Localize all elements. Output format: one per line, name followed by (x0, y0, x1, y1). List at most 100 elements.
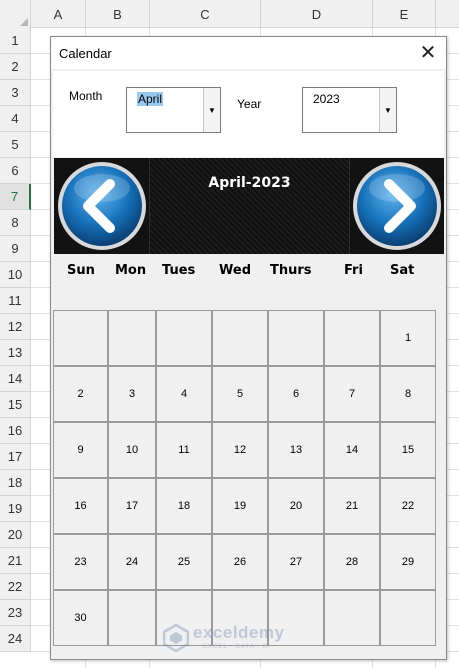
day-button-23[interactable]: 23 (53, 534, 108, 590)
weekday-sat: Sat (390, 263, 415, 278)
day-button-12[interactable]: 12 (212, 422, 268, 478)
month-value: April (137, 92, 164, 106)
empty-day-button[interactable] (108, 590, 156, 646)
close-icon[interactable]: ✕ (416, 41, 440, 65)
day-button-8[interactable]: 8 (380, 366, 436, 422)
weekday-sun: Sun (67, 263, 95, 278)
row-header-5[interactable]: 5 (0, 132, 31, 158)
day-button-6[interactable]: 6 (268, 366, 324, 422)
selector-panel: Month April ▼ Year 2023 ▼ (53, 71, 444, 157)
row-header-11[interactable]: 11 (0, 288, 31, 314)
row-header-9[interactable]: 9 (0, 236, 31, 262)
year-combobox[interactable]: 2023 ▼ (302, 87, 397, 133)
day-button-28[interactable]: 28 (324, 534, 380, 590)
month-label: Month (69, 89, 103, 103)
column-header-c[interactable]: C (150, 0, 261, 28)
day-button-21[interactable]: 21 (324, 478, 380, 534)
row-header-19[interactable]: 19 (0, 496, 31, 522)
day-button-20[interactable]: 20 (268, 478, 324, 534)
day-button-13[interactable]: 13 (268, 422, 324, 478)
day-button-7[interactable]: 7 (324, 366, 380, 422)
weekday-wed: Wed (219, 263, 251, 278)
day-button-1[interactable]: 1 (380, 310, 436, 366)
row-header-6[interactable]: 6 (0, 158, 31, 184)
exceldemy-logo-icon (163, 624, 189, 652)
empty-day-button[interactable] (53, 310, 108, 366)
day-grid: 1 2 3 4 5 6 7 8 9 10 11 12 13 14 15 16 17 18 19 20 21 22 23 24 2… (53, 310, 443, 646)
calendar-dialog: Calendar ✕ Month April ▼ Year 2023 ▼ Apr… (50, 36, 447, 660)
month-banner: April-2023 (54, 158, 444, 254)
row-header-13[interactable]: 13 (0, 340, 31, 366)
day-button-14[interactable]: 14 (324, 422, 380, 478)
row-header-20[interactable]: 20 (0, 522, 31, 548)
empty-day-button[interactable] (268, 310, 324, 366)
weekday-thurs: Thurs (270, 263, 312, 278)
empty-day-button[interactable] (380, 590, 436, 646)
row-header-3[interactable]: 3 (0, 80, 31, 106)
day-button-26[interactable]: 26 (212, 534, 268, 590)
row-header-14[interactable]: 14 (0, 366, 31, 392)
empty-day-button[interactable] (108, 310, 156, 366)
day-button-4[interactable]: 4 (156, 366, 212, 422)
column-header-b[interactable]: B (86, 0, 150, 28)
row-header-10[interactable]: 10 (0, 262, 31, 288)
day-button-24[interactable]: 24 (108, 534, 156, 590)
watermark-name: exceldemy (193, 623, 285, 642)
day-button-2[interactable]: 2 (53, 366, 108, 422)
dialog-titlebar: Calendar ✕ (51, 37, 446, 69)
row-header-4[interactable]: 4 (0, 106, 31, 132)
day-button-11[interactable]: 11 (156, 422, 212, 478)
empty-day-button[interactable] (324, 310, 380, 366)
chevron-down-icon[interactable]: ▼ (379, 88, 396, 132)
row-header-21[interactable]: 21 (0, 548, 31, 574)
row-header-18[interactable]: 18 (0, 470, 31, 496)
month-year-title: April-2023 (208, 175, 291, 191)
row-header-22[interactable]: 22 (0, 574, 31, 600)
day-button-22[interactable]: 22 (380, 478, 436, 534)
column-header-d[interactable]: D (261, 0, 373, 28)
column-header-e[interactable]: E (373, 0, 436, 28)
day-button-25[interactable]: 25 (156, 534, 212, 590)
day-button-29[interactable]: 29 (380, 534, 436, 590)
day-button-18[interactable]: 18 (156, 478, 212, 534)
weekday-tues: Tues (162, 263, 196, 278)
row-header-1[interactable]: 1 (0, 28, 31, 54)
day-button-9[interactable]: 9 (53, 422, 108, 478)
day-button-16[interactable]: 16 (53, 478, 108, 534)
day-button-3[interactable]: 3 (108, 366, 156, 422)
row-header-15[interactable]: 15 (0, 392, 31, 418)
empty-day-button[interactable] (324, 590, 380, 646)
chevron-left-icon[interactable] (56, 160, 148, 252)
day-button-15[interactable]: 15 (380, 422, 436, 478)
weekday-mon: Mon (115, 263, 147, 278)
chevron-right-icon[interactable] (351, 160, 443, 252)
empty-day-button[interactable] (156, 310, 212, 366)
day-button-27[interactable]: 27 (268, 534, 324, 590)
chevron-down-icon[interactable]: ▼ (203, 88, 220, 132)
watermark: exceldemy EXCEL · DATA · BI (159, 621, 319, 655)
row-header-8[interactable]: 8 (0, 210, 31, 236)
row-header-7[interactable]: 7 (0, 184, 31, 210)
day-button-10[interactable]: 10 (108, 422, 156, 478)
month-combobox[interactable]: April ▼ (126, 87, 221, 133)
row-header-16[interactable]: 16 (0, 418, 31, 444)
row-header-23[interactable]: 23 (0, 600, 31, 626)
watermark-tagline: EXCEL · DATA · BI (203, 644, 271, 650)
column-header-a[interactable]: A (31, 0, 86, 28)
select-all-corner[interactable] (0, 0, 31, 28)
weekday-fri: Fri (344, 263, 363, 278)
day-button-5[interactable]: 5 (212, 366, 268, 422)
row-header-12[interactable]: 12 (0, 314, 31, 340)
empty-day-button[interactable] (212, 310, 268, 366)
dialog-title: Calendar (59, 46, 112, 61)
year-label: Year (237, 97, 262, 111)
column-header-bar: A B C D E (0, 0, 459, 28)
banner-texture (149, 158, 350, 254)
year-value: 2023 (313, 92, 340, 106)
day-button-17[interactable]: 17 (108, 478, 156, 534)
day-button-30[interactable]: 30 (53, 590, 108, 646)
day-button-19[interactable]: 19 (212, 478, 268, 534)
row-header-17[interactable]: 17 (0, 444, 31, 470)
row-header-2[interactable]: 2 (0, 54, 31, 80)
row-header-24[interactable]: 24 (0, 626, 31, 652)
